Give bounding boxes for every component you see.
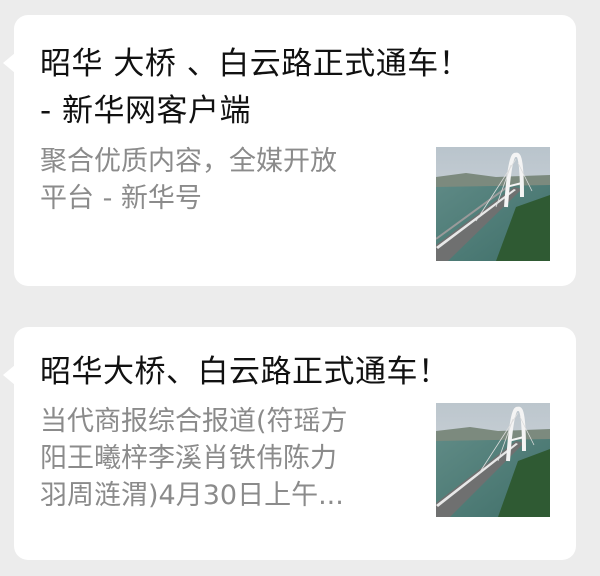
article-title: 昭华 大桥 、白云路正式通车！ - 新华网客户端 bbox=[40, 41, 554, 135]
article-title-line1: 昭华大桥、白云路正式通车！ bbox=[40, 354, 450, 390]
article-card-2[interactable]: 昭华大桥、白云路正式通车！ 当代商报综合报道(符瑶方 阳王曦梓李溪肖铁伟陈力 羽… bbox=[3, 327, 576, 560]
description-line3: 羽周涟渭)4月30日上午... bbox=[40, 480, 344, 511]
article-title-line1: 昭华 大桥 、白云路正式通车！ bbox=[40, 46, 471, 82]
description-line2: 平台 - 新华号 bbox=[40, 183, 202, 214]
bridge-thumbnail-image bbox=[436, 147, 550, 261]
bridge-photo-icon bbox=[436, 147, 550, 261]
article-card-1[interactable]: 昭华 大桥 、白云路正式通车！ - 新华网客户端 聚合优质内容，全媒开放 平台 … bbox=[3, 15, 576, 286]
description-line1: 聚合优质内容，全媒开放 bbox=[40, 146, 337, 177]
description-line2: 阳王曦梓李溪肖铁伟陈力 bbox=[40, 443, 337, 474]
article-description: 聚合优质内容，全媒开放 平台 - 新华号 bbox=[40, 143, 402, 217]
bridge-thumbnail-image bbox=[436, 403, 550, 517]
article-title: 昭华大桥、白云路正式通车！ bbox=[40, 349, 554, 396]
article-description: 当代商报综合报道(符瑶方 阳王曦梓李溪肖铁伟陈力 羽周涟渭)4月30日上午... bbox=[40, 403, 402, 514]
description-line1: 当代商报综合报道(符瑶方 bbox=[40, 406, 348, 437]
article-title-line2: - 新华网客户端 bbox=[40, 93, 252, 129]
bridge-photo-icon bbox=[436, 403, 550, 517]
